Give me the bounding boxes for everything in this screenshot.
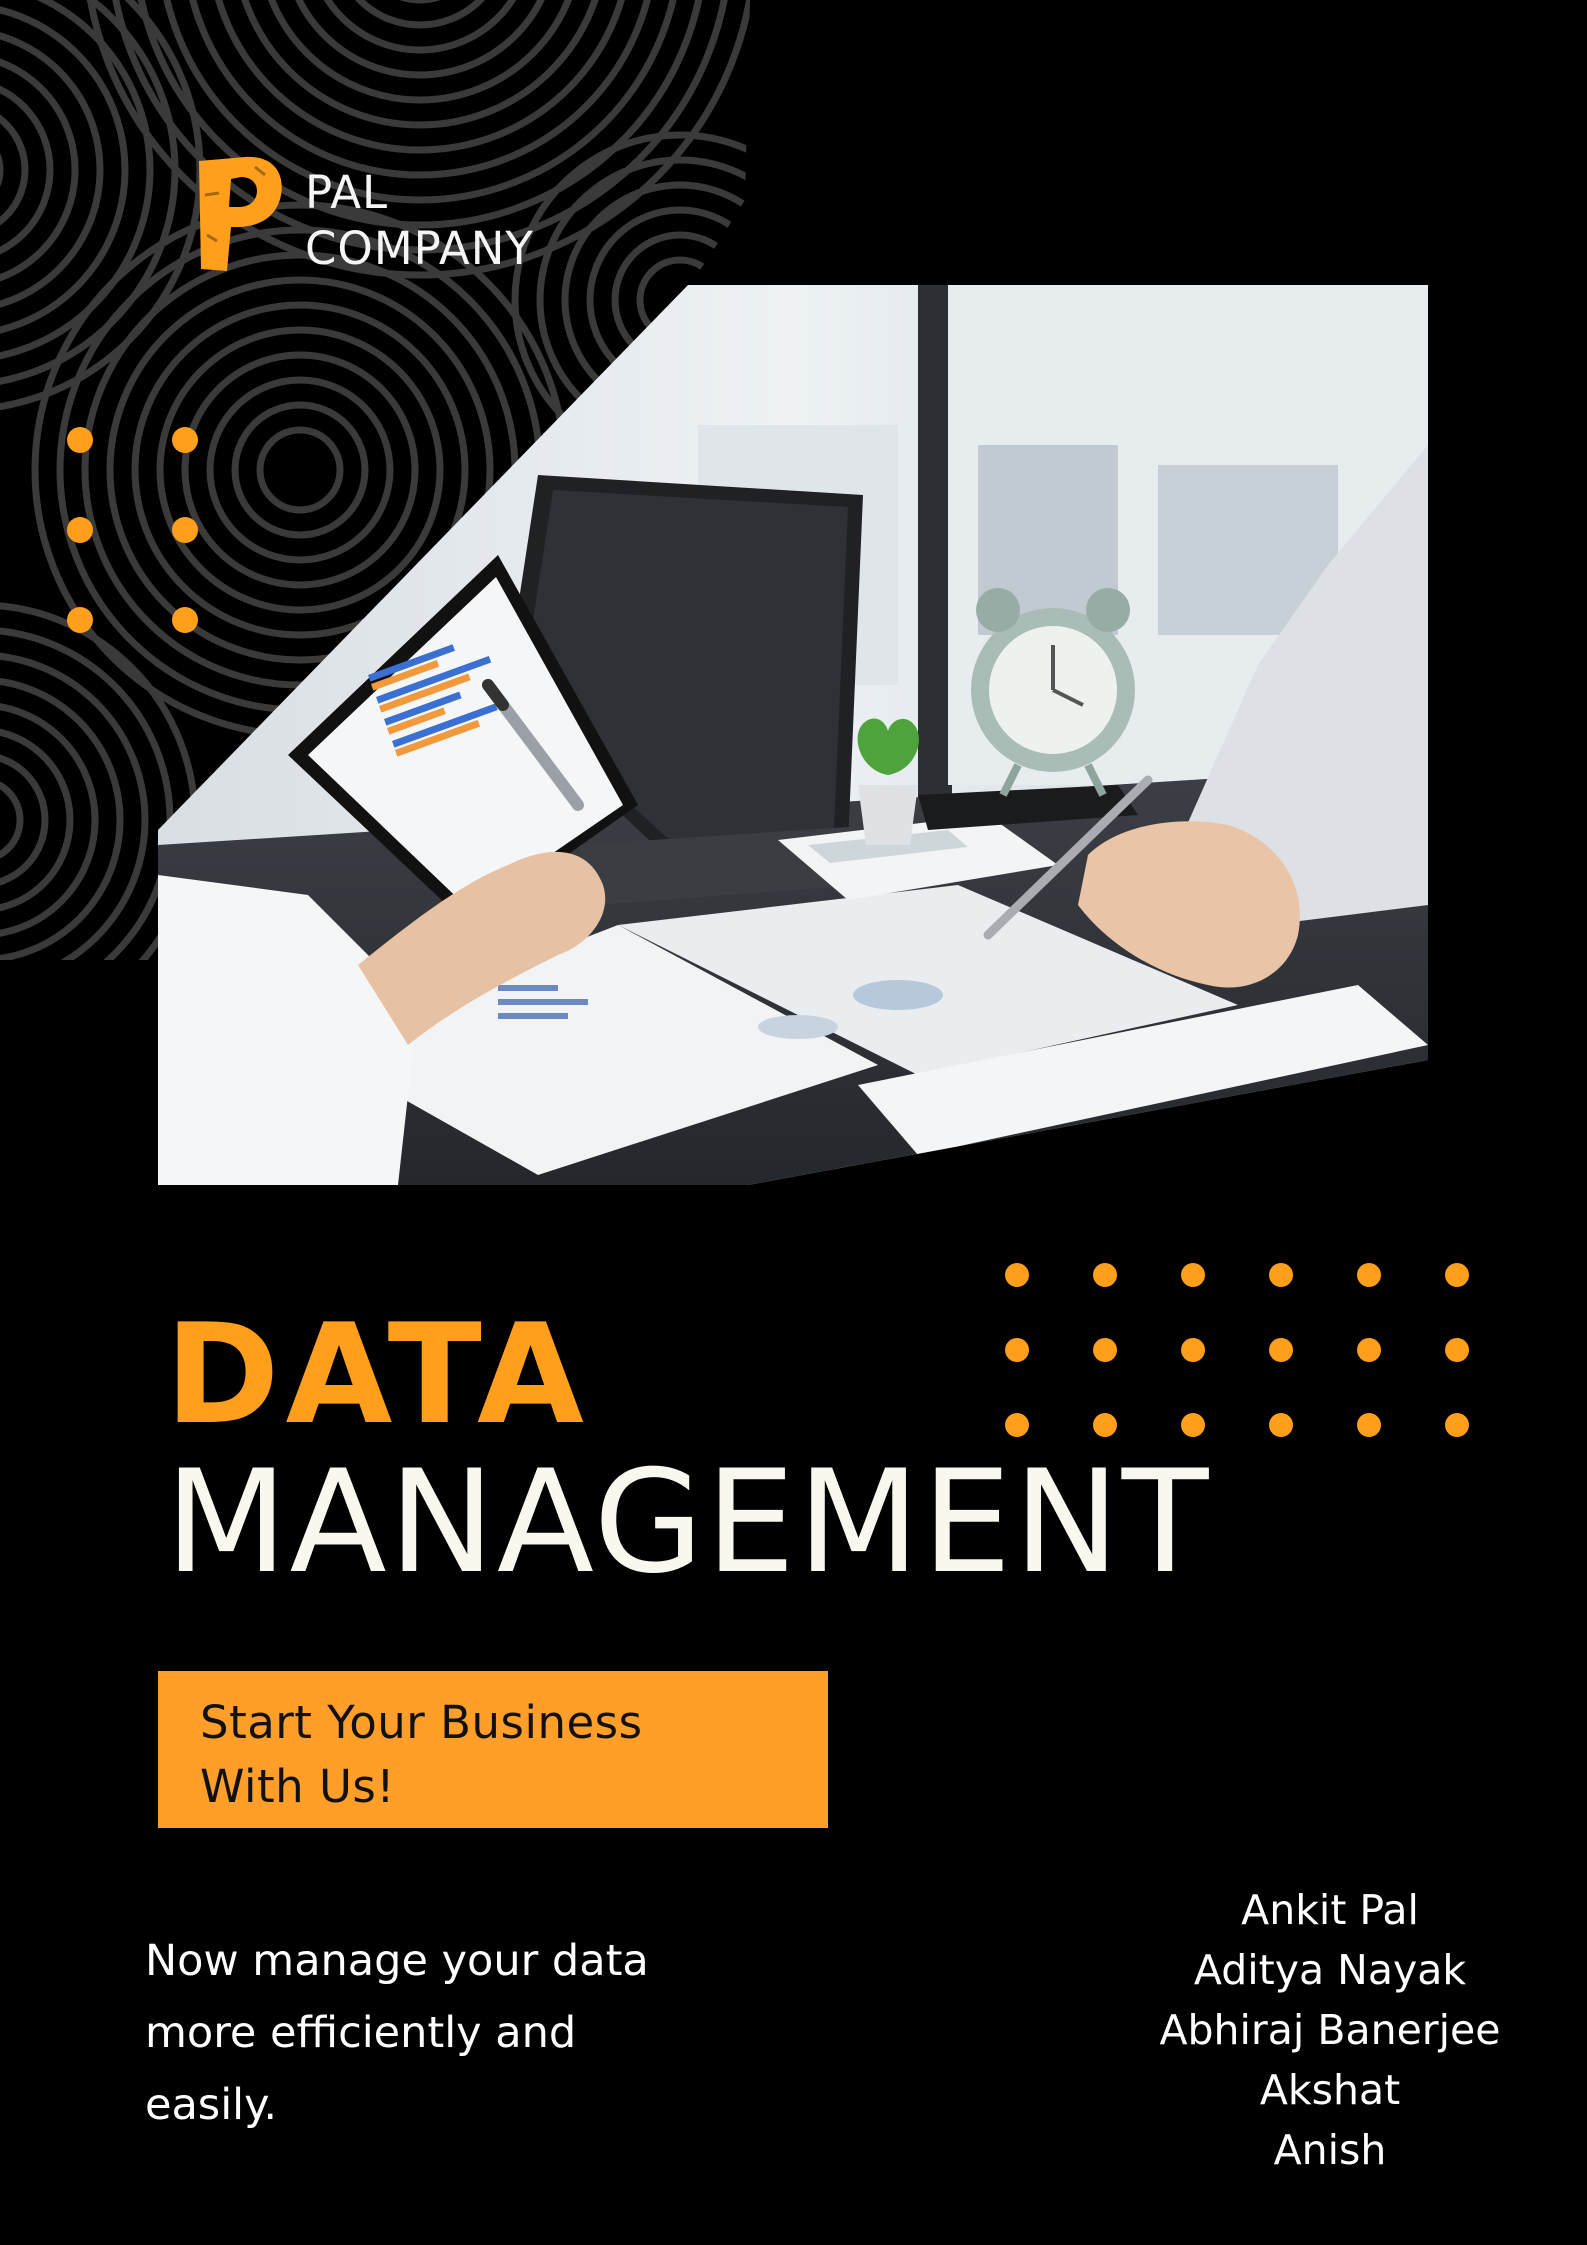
company-name: PAL COMPANY: [305, 165, 645, 277]
hero-photo: [158, 285, 1428, 1185]
company-name-line1: PAL: [305, 166, 389, 219]
cta-line2: With Us!: [200, 1760, 395, 1813]
tagline: Now manage your data more efficiently an…: [145, 1925, 745, 2141]
cta-line1: Start Your Business: [200, 1696, 643, 1749]
tagline-line1: Now manage your data: [145, 1936, 649, 1986]
logo-p-icon: [199, 156, 282, 271]
member-name: Akshat: [1259, 2066, 1401, 2114]
tagline-line2: more efficiently and: [145, 2008, 577, 2058]
title-line-data: DATA: [165, 1294, 590, 1455]
cta-banner[interactable]: Start Your Business With Us!: [158, 1671, 828, 1828]
tagline-line3: easily.: [145, 2080, 278, 2130]
member-name: Abhiraj Banerjee: [1159, 2006, 1501, 2054]
poster: PAL COMPANY DATA MANAGEMENT Start Your B…: [0, 0, 1587, 2245]
title-line-management: MANAGEMENT: [165, 1440, 1211, 1605]
team-members-list: Ankit Pal Aditya Nayak Abhiraj Banerjee …: [1130, 1880, 1530, 2180]
member-name: Ankit Pal: [1241, 1886, 1419, 1934]
member-name: Anish: [1273, 2126, 1387, 2174]
dot-grid-right: [1005, 1263, 1469, 1437]
company-name-line2: COMPANY: [305, 222, 534, 275]
member-name: Aditya Nayak: [1193, 1946, 1467, 1994]
